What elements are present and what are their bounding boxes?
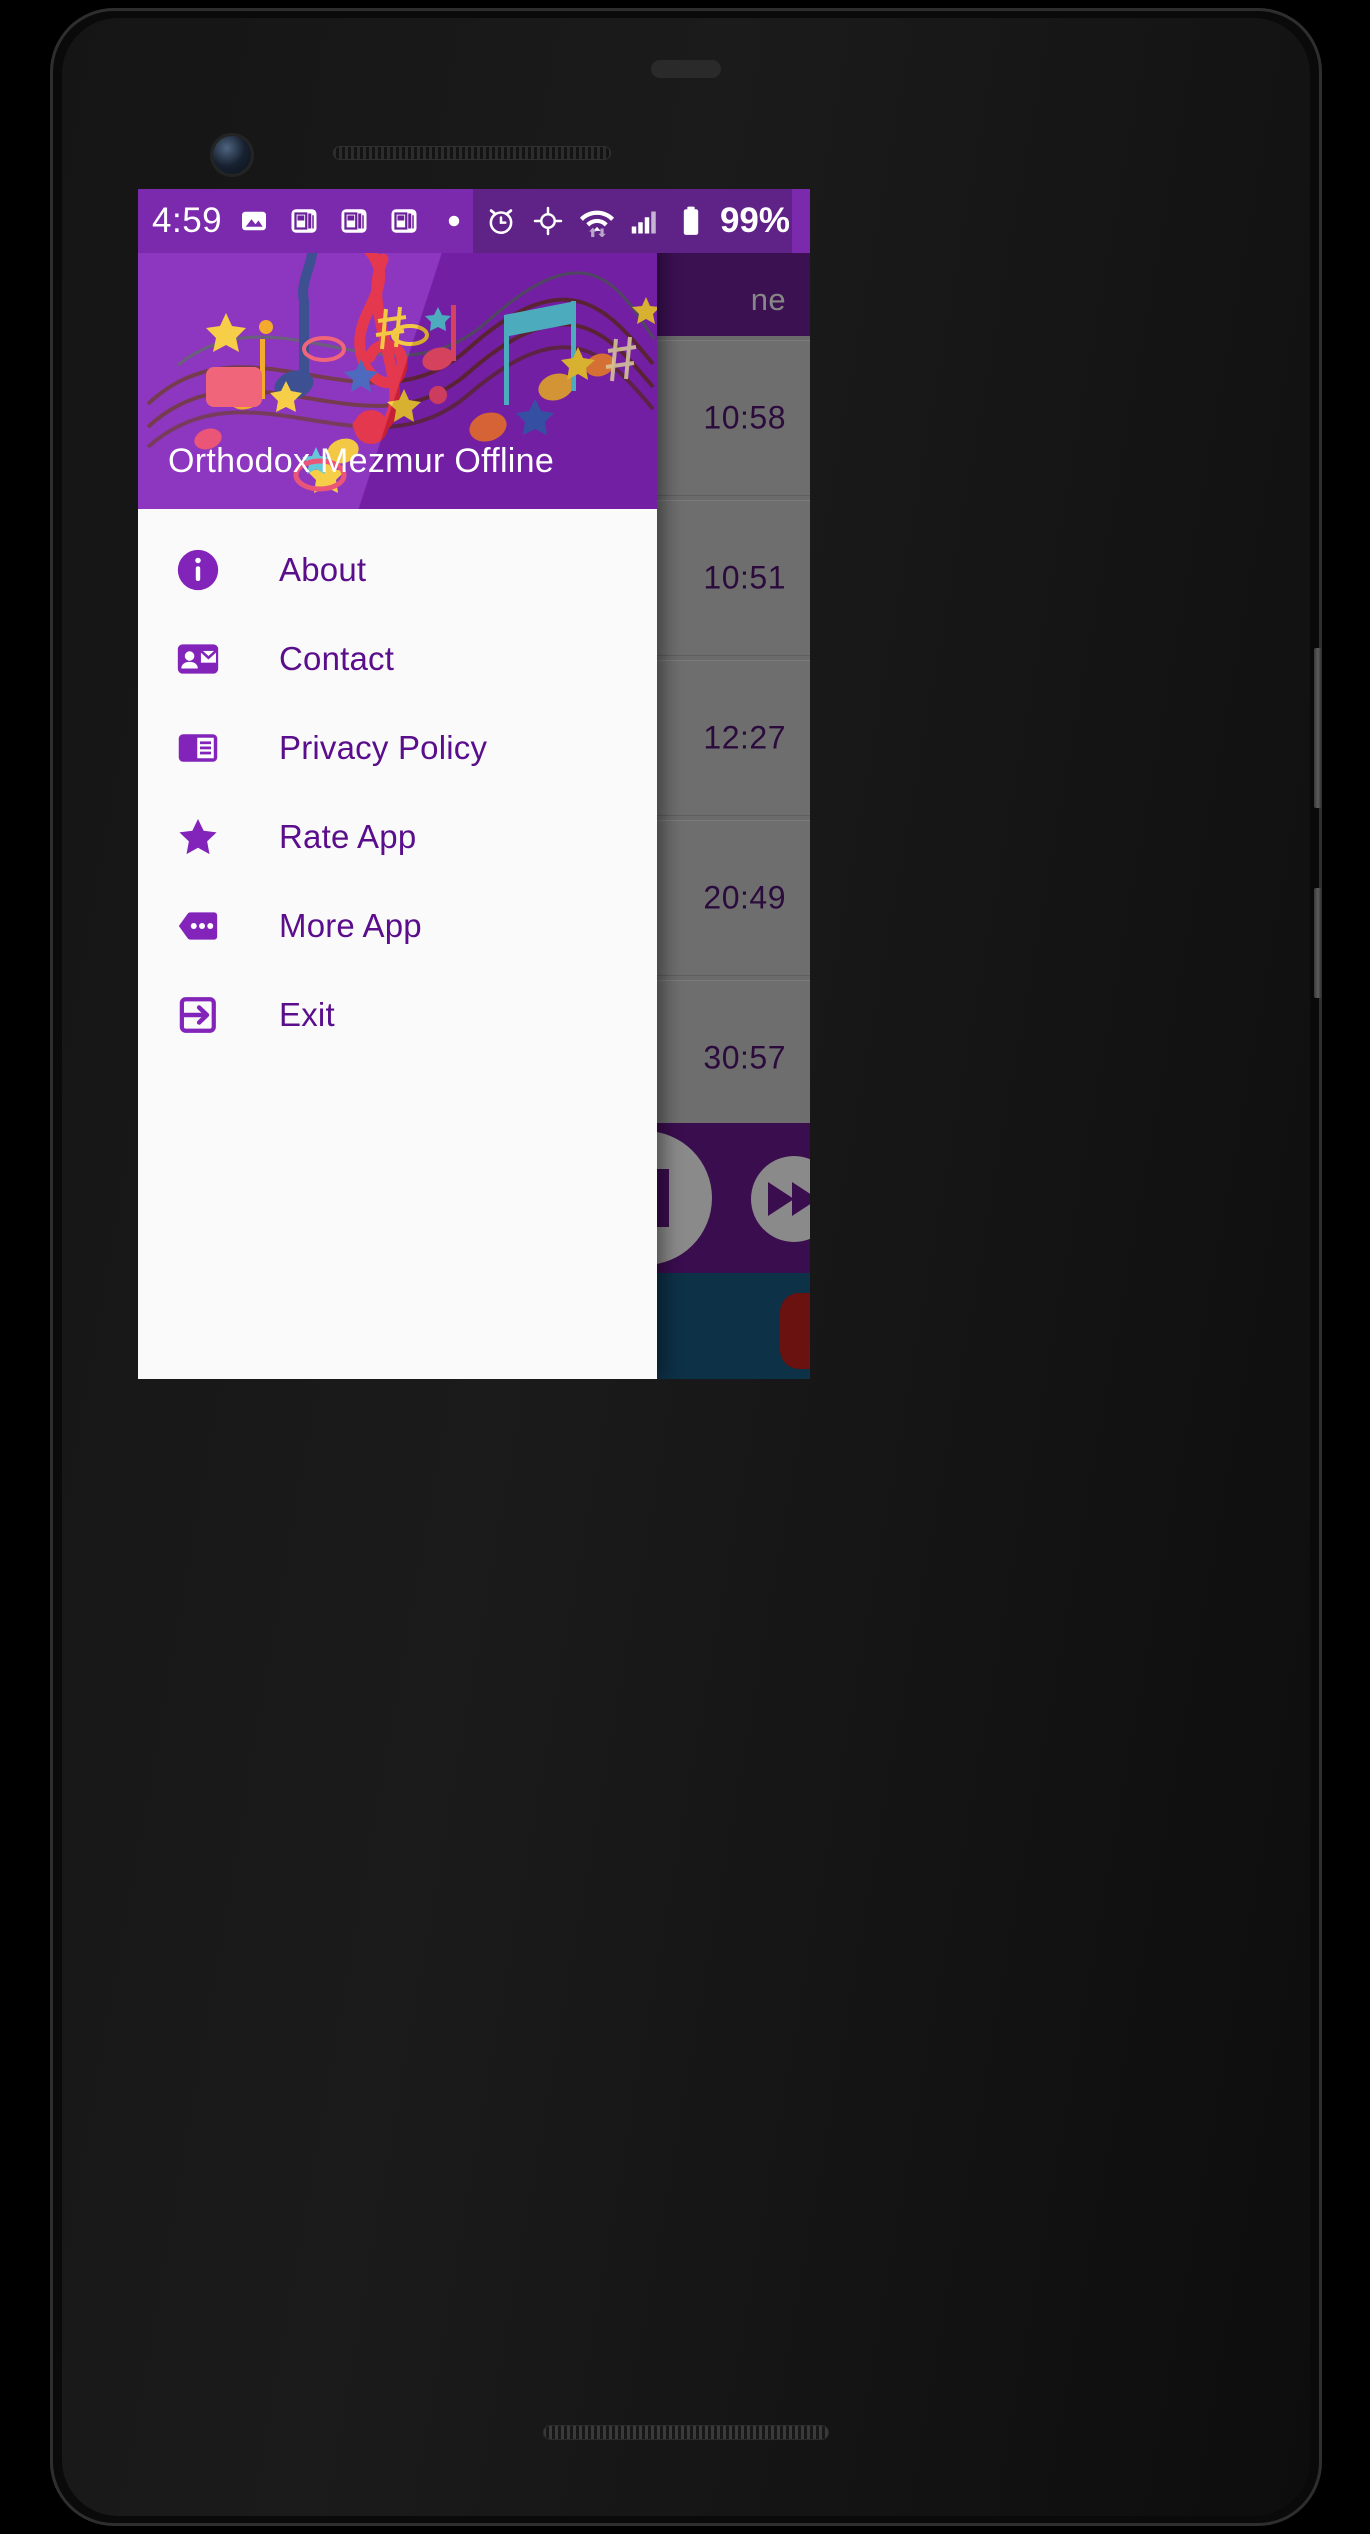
volume-button[interactable] [1314, 888, 1322, 998]
drawer-item-label: Privacy Policy [279, 728, 488, 766]
news-icon [336, 203, 372, 239]
drawer-item-privacy-policy[interactable]: Privacy Policy [138, 703, 657, 792]
front-camera-icon [210, 133, 254, 177]
status-bar: 4:59 99% [138, 189, 810, 253]
bottom-speaker-grille [543, 2425, 829, 2440]
status-bar-left: 4:59 [152, 201, 472, 241]
song-duration: 30:57 [703, 1039, 786, 1076]
news-icon [386, 203, 422, 239]
youtube-play-icon[interactable] [780, 1293, 810, 1369]
alarm-icon [483, 203, 519, 239]
top-sensor-bar [651, 60, 721, 78]
contact-mail-icon [168, 637, 228, 681]
fast-forward-button[interactable] [751, 1156, 810, 1242]
drawer-item-label: Contact [279, 639, 395, 677]
background-appbar-title: ne [750, 282, 786, 317]
song-duration: 12:27 [703, 719, 786, 756]
signal-icon [628, 203, 662, 239]
star-icon [168, 814, 228, 860]
song-duration: 20:49 [703, 879, 786, 916]
dot-icon [436, 203, 472, 239]
status-time: 4:59 [152, 201, 223, 240]
phone-screen: ne 10:58 10:51 12:27 20:49 30:57 Orthodo… [138, 189, 810, 1379]
status-bar-right: 99% [472, 189, 792, 253]
drawer-item-rate-app[interactable]: Rate App [138, 792, 657, 881]
drawer-item-more-app[interactable]: More App [138, 881, 657, 970]
fast-forward-icon [768, 1182, 794, 1216]
power-button[interactable] [1314, 648, 1322, 808]
earpiece-grille [333, 146, 611, 160]
drawer-item-label: More App [279, 906, 422, 944]
news-icon [286, 203, 322, 239]
fast-forward-icon [792, 1182, 810, 1216]
image-icon [236, 203, 272, 239]
song-duration: 10:51 [703, 559, 786, 596]
chrome-reader-mode-icon [168, 726, 228, 770]
drawer-item-label: Rate App [279, 817, 417, 855]
info-circle-icon [168, 548, 228, 592]
drawer-item-contact[interactable]: Contact [138, 614, 657, 703]
exit-to-app-icon [168, 993, 228, 1037]
wifi-icon [577, 203, 617, 239]
drawer-item-label: Exit [279, 995, 335, 1033]
phone-frame: ne 10:58 10:51 12:27 20:49 30:57 Orthodo… [50, 8, 1322, 2526]
drawer-item-exit[interactable]: Exit [138, 970, 657, 1059]
song-duration: 10:58 [703, 399, 786, 436]
battery-icon [673, 203, 709, 239]
location-icon [530, 203, 566, 239]
navigation-drawer: Orthodox Mezmur Offline About Contact Pr… [138, 189, 657, 1379]
battery-percentage: 99% [719, 201, 790, 240]
drawer-item-label: About [279, 550, 367, 588]
drawer-item-about[interactable]: About [138, 525, 657, 614]
drawer-header-title: Orthodox Mezmur Offline [168, 442, 555, 480]
drawer-menu: About Contact Privacy Policy Rate App Mo… [138, 509, 657, 1059]
comment-dots-icon [168, 903, 228, 949]
